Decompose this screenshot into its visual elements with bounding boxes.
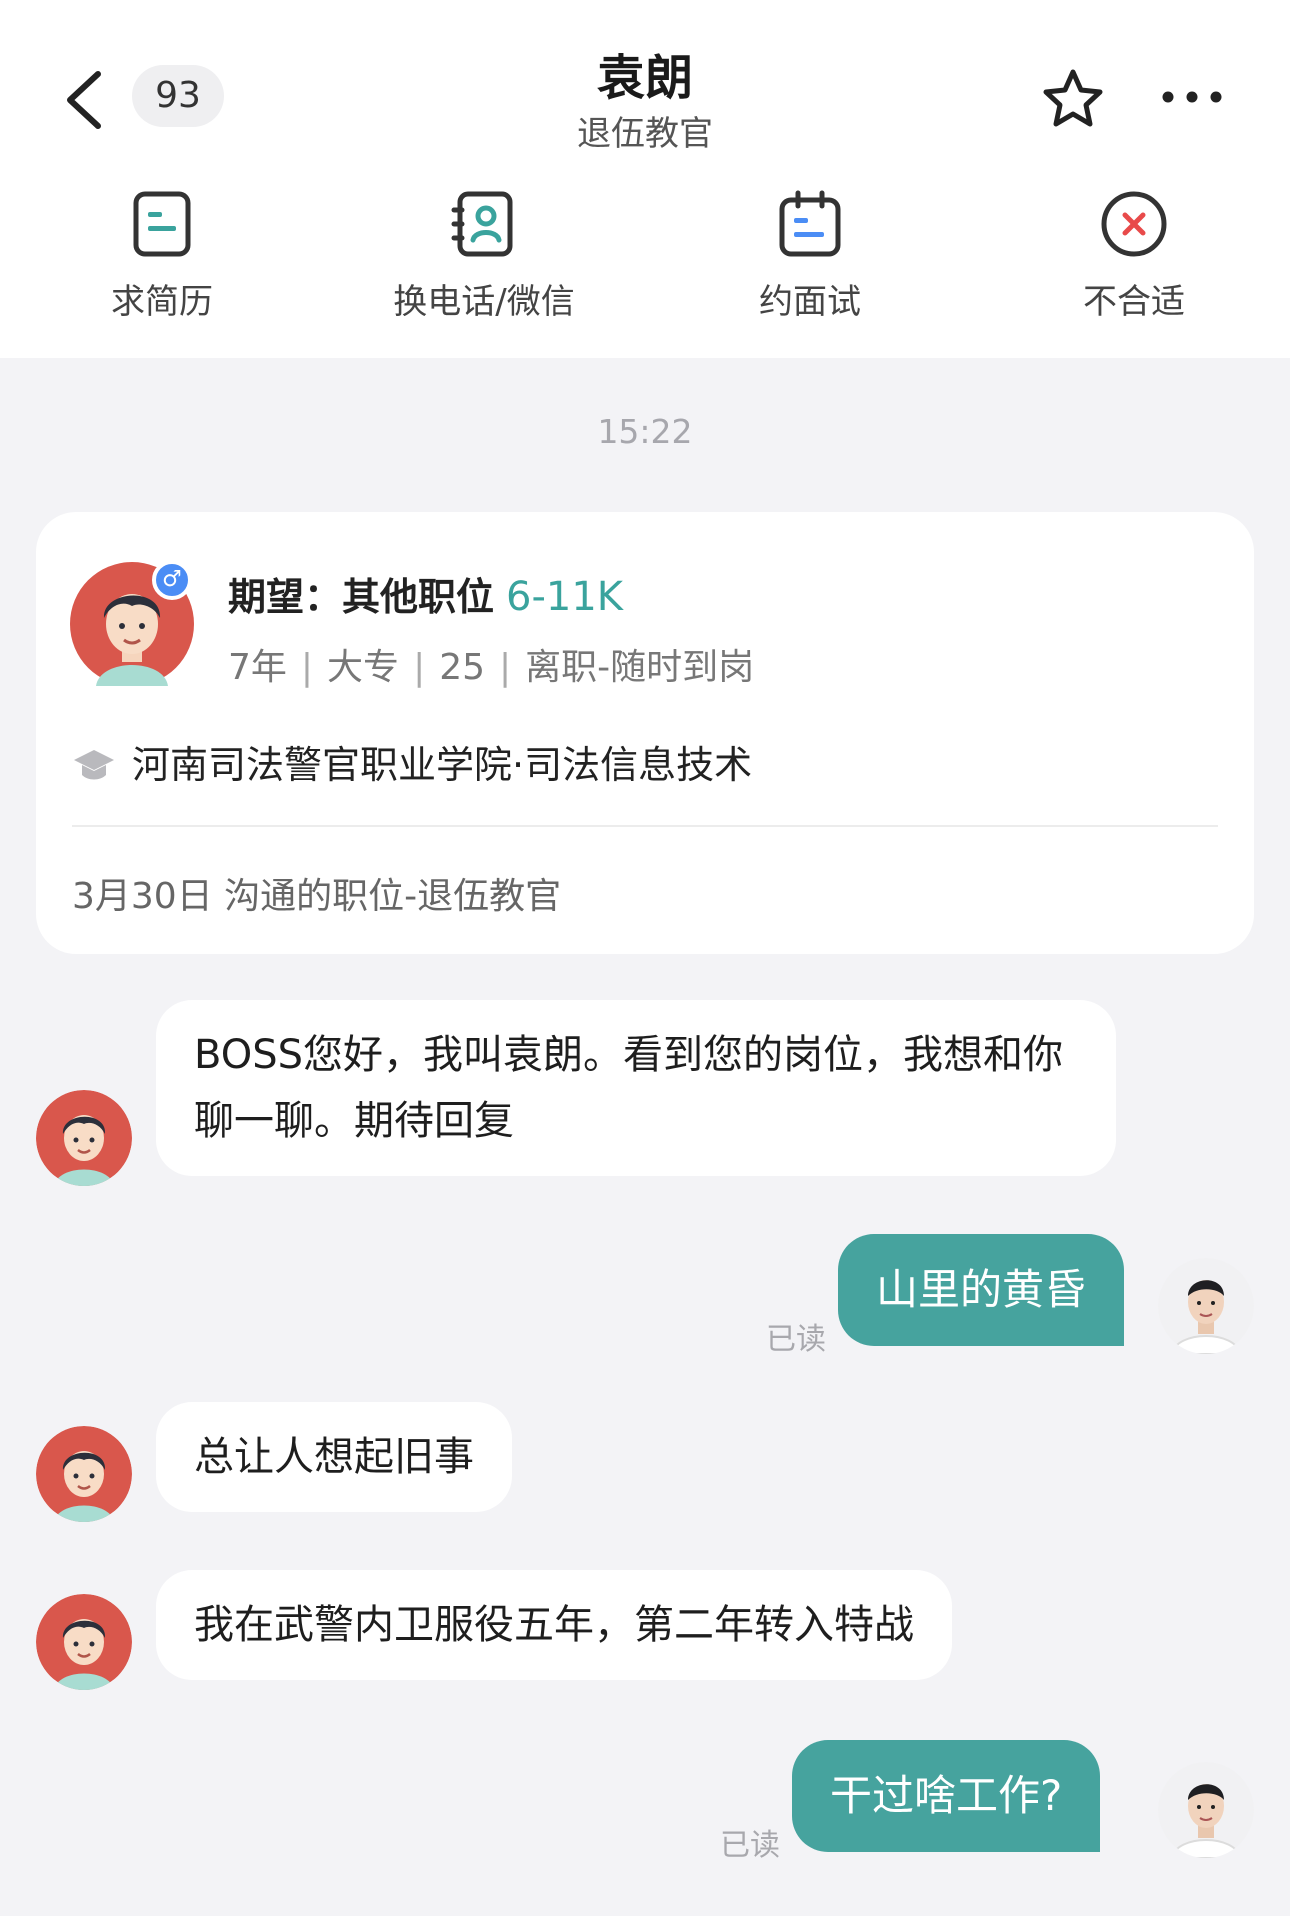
message-bubble[interactable]: 总让人想起旧事 [156,1402,512,1512]
action-label-resume: 求简历 [111,282,213,322]
my-avatar [1158,1258,1254,1354]
request-resume-button[interactable]: 求简历 [32,188,292,323]
expect-label: 期望：其他职位 [228,575,495,619]
meta-separator: | [499,647,512,688]
not-suitable-button[interactable]: 不合适 [1004,188,1264,323]
action-label-contact: 换电话/微信 [393,282,575,322]
graduation-cap-icon [74,750,114,780]
action-label-reject: 不合适 [1083,282,1185,322]
card-footer: 3月30日 沟通的职位-退伍教官 [72,876,562,917]
candidate-expectation: 期望：其他职位 6-11K [228,566,623,621]
reject-icon [1101,191,1167,257]
calendar-icon [779,190,841,257]
candidate-meta: 7年 | 大专 | 25 | 离职-随时到岗 [228,638,754,690]
meta-separator: | [300,647,314,688]
resume-icon [133,191,191,257]
schedule-interview-button[interactable]: 约面试 [680,188,940,323]
job-status: 离职-随时到岗 [525,647,755,688]
contact-card-icon [451,191,513,257]
my-avatar [1158,1762,1254,1858]
message-bubble[interactable]: BOSS您好，我叫袁朗。看到您的岗位，我想和你聊一聊。期待回复 [156,1000,1116,1176]
card-divider [72,825,1218,827]
gender-male-icon: ♂ [152,560,192,600]
more-options-button[interactable] [1160,80,1224,114]
candidate-avatar [36,1426,132,1522]
age: 25 [439,647,486,688]
message-bubble-sent[interactable]: 干过啥工作? [792,1740,1101,1852]
meta-separator: | [413,647,426,688]
more-dots-icon [1162,91,1222,103]
expected-salary: 6-11K [506,574,624,620]
education-school: 河南司法警官职业学院·司法信息技术 [72,734,752,789]
star-icon [1043,69,1103,127]
candidate-summary-card[interactable]: ♂ 期望：其他职位 6-11K 7年 | 大专 | 25 | 离职-随时到岗 河南司法警官职业… [36,512,1254,954]
candidate-avatar [36,1594,132,1690]
message-bubble[interactable]: 我在武警内卫服役五年，第二年转入特战 [156,1570,952,1680]
read-receipt: 已读 [720,1828,780,1863]
experience: 7年 [228,647,287,688]
school-name: 河南司法警官职业学院·司法信息技术 [132,743,753,787]
education: 大专 [327,647,400,688]
candidate-avatar [36,1090,132,1186]
favorite-button[interactable] [1040,66,1106,132]
chat-header: 93 袁朗 退伍教官 求简历 换电话/微信 约面试 不合适 [0,0,1290,358]
read-receipt: 已读 [766,1322,826,1357]
exchange-contact-button[interactable]: 换电话/微信 [354,188,614,323]
action-label-interview: 约面试 [759,282,861,322]
message-bubble-sent[interactable]: 山里的黄昏 [838,1234,1125,1346]
chat-timestamp: 15:22 [597,412,693,451]
